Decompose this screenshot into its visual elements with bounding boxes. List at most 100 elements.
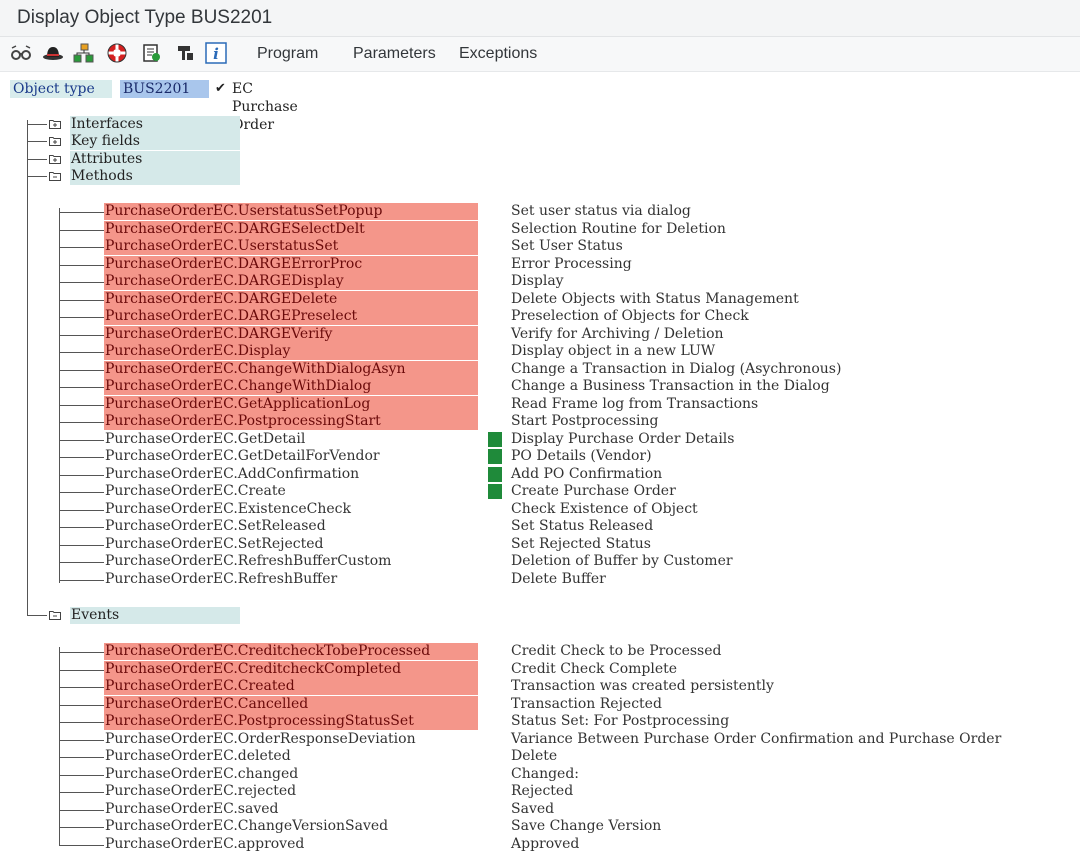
- method-description: Set User Status: [511, 238, 623, 254]
- hat-icon[interactable]: [42, 42, 64, 64]
- tree-connector-line: [59, 509, 104, 511]
- tree-connector-line: [59, 757, 104, 758]
- method-name[interactable]: PurchaseOrderEC.ChangeWithDialog: [104, 378, 478, 395]
- event-name[interactable]: PurchaseOrderEC.CreditcheckCompleted: [104, 660, 478, 678]
- method-description: Deletion of Buffer by Customer: [511, 553, 733, 569]
- event-name[interactable]: PurchaseOrderEC.OrderResponseDeviation: [104, 731, 478, 748]
- folder-attributes[interactable]: Attributes: [70, 151, 240, 168]
- method-name[interactable]: PurchaseOrderEC.DARGEDelete: [104, 290, 478, 308]
- menu-exceptions[interactable]: Exceptions: [459, 45, 537, 63]
- info-icon[interactable]: i: [205, 42, 227, 64]
- check-icon: ✔: [215, 81, 226, 96]
- connector: [27, 615, 47, 616]
- method-name[interactable]: PurchaseOrderEC.AddConfirmation: [104, 466, 478, 483]
- glasses-icon[interactable]: [10, 42, 32, 64]
- folder-methods[interactable]: Methods: [70, 168, 240, 185]
- toolbar: i Program Parameters Exceptions: [0, 37, 1080, 72]
- tree-connector-line: [59, 422, 104, 423]
- folder-interfaces[interactable]: Interfaces: [70, 116, 240, 133]
- object-tree-panel: Object type BUS2201 ✔ EC Purchase Order …: [0, 72, 1080, 862]
- tree-connector-line: [59, 579, 104, 581]
- event-name[interactable]: PurchaseOrderEC.Cancelled: [104, 695, 478, 713]
- event-description: Save Change Version: [511, 818, 662, 834]
- method-name[interactable]: PurchaseOrderEC.GetApplicationLog: [104, 395, 478, 413]
- method-description: Set user status via dialog: [511, 203, 691, 219]
- folder-collapsed-icon[interactable]: [49, 119, 61, 129]
- event-description: Delete: [511, 748, 558, 764]
- event-name[interactable]: PurchaseOrderEC.deleted: [104, 748, 478, 765]
- method-description: Preselection of Objects for Check: [511, 308, 749, 324]
- tree-connector-line: [59, 774, 104, 776]
- method-name[interactable]: PurchaseOrderEC.DARGEPreselect: [104, 308, 478, 325]
- method-name[interactable]: PurchaseOrderEC.ExistenceCheck: [104, 501, 478, 518]
- method-name[interactable]: PurchaseOrderEC.RefreshBufferCustom: [104, 553, 478, 570]
- folder-collapsed-icon[interactable]: [49, 136, 61, 146]
- method-name[interactable]: PurchaseOrderEC.ChangeWithDialogAsyn: [104, 360, 478, 378]
- menu-program[interactable]: Program: [257, 45, 318, 63]
- event-description: Transaction Rejected: [511, 695, 662, 712]
- method-name[interactable]: PurchaseOrderEC.DARGEDisplay: [104, 273, 478, 290]
- method-description: Start Postprocessing: [511, 413, 659, 429]
- tree-connector-line: [59, 404, 104, 406]
- method-name[interactable]: PurchaseOrderEC.DARGESelectDelt: [104, 220, 478, 238]
- tree-connector-line: [59, 687, 104, 688]
- method-description: Delete Objects with Status Management: [511, 290, 799, 307]
- event-name[interactable]: PurchaseOrderEC.ChangeVersionSaved: [104, 818, 478, 835]
- event-name[interactable]: PurchaseOrderEC.saved: [104, 801, 478, 818]
- method-description: Display object in a new LUW: [511, 343, 716, 359]
- tree-connector-line: [59, 492, 104, 493]
- method-description: Selection Routine for Deletion: [511, 220, 726, 237]
- tree-connector-line: [59, 844, 104, 846]
- tree-connector-line: [59, 722, 104, 723]
- tree-connector-line: [59, 809, 104, 811]
- method-name[interactable]: PurchaseOrderEC.UserstatusSet: [104, 238, 478, 255]
- event-name[interactable]: PurchaseOrderEC.CreditcheckTobeProcessed: [104, 643, 478, 660]
- method-name[interactable]: PurchaseOrderEC.UserstatusSetPopup: [104, 203, 478, 220]
- event-description: Rejected: [511, 783, 574, 799]
- window-title: Display Object Type BUS2201: [17, 7, 273, 28]
- lock-icon[interactable]: [174, 42, 196, 64]
- event-name[interactable]: PurchaseOrderEC.approved: [104, 836, 478, 853]
- event-name[interactable]: PurchaseOrderEC.changed: [104, 766, 478, 783]
- method-name[interactable]: PurchaseOrderEC.RefreshBuffer: [104, 571, 478, 588]
- tree-connector-line: [59, 457, 104, 458]
- lifebuoy-icon[interactable]: [106, 42, 128, 64]
- method-name[interactable]: PurchaseOrderEC.Display: [104, 343, 478, 360]
- method-name[interactable]: PurchaseOrderEC.GetDetailForVendor: [104, 448, 478, 465]
- menu-parameters[interactable]: Parameters: [353, 45, 436, 63]
- method-name[interactable]: PurchaseOrderEC.Create: [104, 483, 478, 500]
- method-description: Change a Business Transaction in the Dia…: [511, 378, 830, 394]
- tree-connector-line: [59, 739, 104, 741]
- event-name[interactable]: PurchaseOrderEC.rejected: [104, 783, 478, 800]
- method-name[interactable]: PurchaseOrderEC.DARGEErrorProc: [104, 255, 478, 273]
- event-name[interactable]: PurchaseOrderEC.PostprocessingStatusSet: [104, 713, 478, 730]
- tree-connector-line: [59, 369, 104, 371]
- method-name[interactable]: PurchaseOrderEC.PostprocessingStart: [104, 413, 478, 430]
- tree-connector-line: [59, 282, 104, 283]
- tree-connector-line: [59, 299, 104, 301]
- method-description: Delete Buffer: [511, 570, 606, 587]
- tree-connector-line: [59, 704, 104, 706]
- folder-key-fields[interactable]: Key fields: [70, 133, 240, 150]
- svg-text:i: i: [213, 45, 219, 63]
- folder-collapsed-icon[interactable]: [49, 154, 61, 164]
- tree-connector-line: [59, 792, 104, 793]
- method-name[interactable]: PurchaseOrderEC.SetReleased: [104, 518, 478, 535]
- hierarchy-icon[interactable]: [73, 42, 95, 64]
- method-name[interactable]: PurchaseOrderEC.DARGEVerify: [104, 325, 478, 343]
- connector: [27, 176, 47, 177]
- event-description: Status Set: For Postprocessing: [511, 713, 730, 729]
- method-name[interactable]: PurchaseOrderEC.GetDetail: [104, 431, 478, 448]
- tree-connector-line: [59, 387, 104, 388]
- event-description: Credit Check Complete: [511, 660, 678, 677]
- method-description: Set Status Released: [511, 518, 654, 534]
- tree-connector-line: [59, 652, 104, 653]
- event-name[interactable]: PurchaseOrderEC.Created: [104, 678, 478, 695]
- method-description: PO Details (Vendor): [511, 448, 652, 464]
- method-name[interactable]: PurchaseOrderEC.SetRejected: [104, 536, 478, 553]
- document-list-icon[interactable]: [141, 42, 163, 64]
- folder-expanded-icon[interactable]: [49, 610, 61, 620]
- folder-events[interactable]: Events: [70, 607, 240, 624]
- folder-expanded-icon[interactable]: [49, 171, 61, 181]
- object-type-value[interactable]: BUS2201: [120, 80, 209, 98]
